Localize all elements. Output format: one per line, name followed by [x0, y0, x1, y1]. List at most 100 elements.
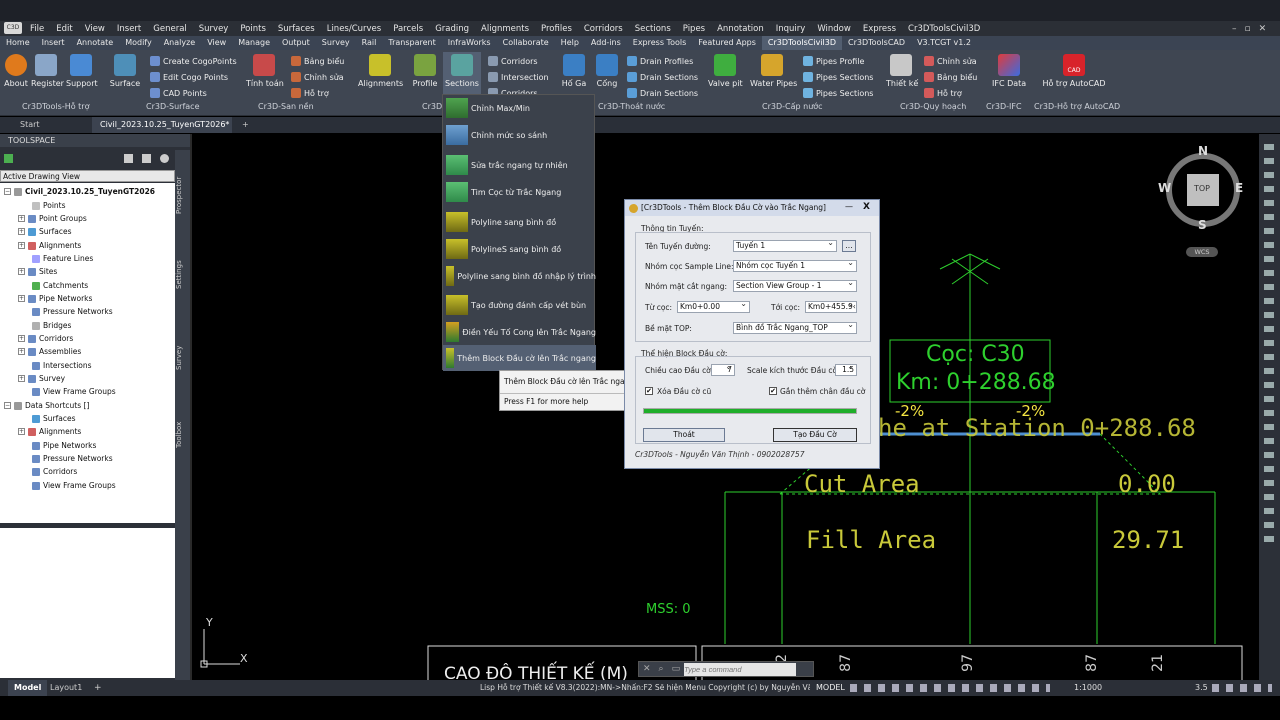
- tab-model[interactable]: Model: [8, 680, 48, 696]
- ifc-data-button[interactable]: IFC Data: [992, 54, 1026, 88]
- corridors-button[interactable]: Corridors: [488, 56, 538, 66]
- create-cogopoints-button[interactable]: Create CogoPoints: [150, 56, 237, 66]
- ho-tro-autocad-button[interactable]: CAD Hỗ trợ AutoCAD: [1042, 54, 1106, 88]
- command-input[interactable]: [684, 662, 797, 676]
- menu-corridors[interactable]: Corridors: [578, 24, 629, 34]
- side-tab-prospector[interactable]: Prospector: [175, 170, 190, 220]
- tab-insert[interactable]: Insert: [36, 36, 71, 50]
- nhom-mat-cat-select[interactable]: Section View Group - 1: [733, 280, 857, 292]
- compass-east[interactable]: E: [1235, 181, 1243, 195]
- tab-output[interactable]: Output: [276, 36, 316, 50]
- tab-help[interactable]: Help: [555, 36, 585, 50]
- drain-sections-button[interactable]: Drain Sections: [627, 72, 698, 82]
- status-toggles-icon[interactable]: [850, 684, 1050, 692]
- ho-tro-button[interactable]: Hỗ trợ: [291, 88, 329, 98]
- search-icon[interactable]: ⌕: [655, 664, 668, 674]
- surface-button[interactable]: Surface: [108, 54, 142, 88]
- compass-west[interactable]: W: [1158, 181, 1171, 195]
- menu-sections[interactable]: Sections: [629, 24, 677, 34]
- menu-inquiry[interactable]: Inquiry: [770, 24, 812, 34]
- item-view-icon[interactable]: [142, 154, 151, 163]
- tree-node-pressure-networks[interactable]: Pressure Networks: [32, 307, 113, 316]
- compass-south[interactable]: S: [1198, 218, 1207, 232]
- tab-cr3dtoolscad[interactable]: Cr3DToolsCAD: [842, 36, 911, 50]
- tree-node-feature-lines[interactable]: Feature Lines: [32, 254, 93, 263]
- alignments-button[interactable]: Alignments: [358, 54, 403, 88]
- menu-parcels[interactable]: Parcels: [387, 24, 429, 34]
- viewcube-top[interactable]: TOP: [1194, 184, 1210, 193]
- intersection-button[interactable]: Intersection: [488, 72, 549, 82]
- water-pipes-button[interactable]: Water Pipes: [750, 54, 797, 88]
- tree-node-alignments[interactable]: + Alignments: [18, 241, 81, 250]
- tab-transparent[interactable]: Transparent: [382, 36, 441, 50]
- menu-file[interactable]: File: [24, 24, 50, 34]
- menu-item-tim-coc[interactable]: Tim Cọc từ Trắc Ngang: [443, 179, 596, 205]
- expand-icon[interactable]: +: [18, 242, 25, 249]
- chinh-sua-button[interactable]: Chỉnh sửa: [291, 72, 344, 82]
- xoa-checkbox[interactable]: ✔: [645, 387, 653, 395]
- tab-start[interactable]: Start: [12, 117, 48, 133]
- tab-annotate[interactable]: Annotate: [71, 36, 120, 50]
- tab-add-ins[interactable]: Add-ins: [585, 36, 627, 50]
- expand-icon[interactable]: +: [18, 295, 25, 302]
- command-history-icon[interactable]: ▭: [668, 664, 685, 674]
- tree-node-ds-pipe-networks[interactable]: Pipe Networks: [32, 441, 96, 450]
- chinh-sua2-button[interactable]: Chỉnh sửa: [924, 56, 977, 66]
- register-button[interactable]: Register: [31, 54, 64, 88]
- menu-lines-curves[interactable]: Lines/Curves: [321, 24, 388, 34]
- edit-cogopoints-button[interactable]: Edit Cogo Points: [150, 72, 228, 82]
- menu-item-polyline-binh-do[interactable]: Polyline sang bình đồ: [443, 209, 596, 235]
- wcs-button[interactable]: WCS: [1186, 247, 1218, 257]
- side-tab-toolbox[interactable]: Toolbox: [175, 415, 190, 455]
- close-command-icon[interactable]: ✕: [639, 664, 655, 674]
- valve-pit-button[interactable]: Valve pit: [708, 54, 743, 88]
- help-circle-icon[interactable]: [160, 154, 169, 163]
- view-select[interactable]: Active Drawing View: [0, 170, 175, 182]
- scale-input[interactable]: 1.5: [835, 364, 857, 376]
- tree-node-ds-pressure-networks[interactable]: Pressure Networks: [32, 454, 113, 463]
- menu-annotation[interactable]: Annotation: [711, 24, 770, 34]
- expand-icon[interactable]: +: [18, 335, 25, 342]
- tree-node-corridors[interactable]: + Corridors: [18, 334, 73, 343]
- tab-survey[interactable]: Survey: [316, 36, 356, 50]
- compass-north[interactable]: N: [1198, 144, 1208, 158]
- ho-ga-button[interactable]: Hố Ga: [560, 54, 588, 88]
- menu-item-danh-cap[interactable]: Tạo đường đánh cấp vét bùn: [443, 292, 596, 318]
- menu-window[interactable]: Window: [811, 24, 857, 34]
- tree-node-catchments[interactable]: Catchments: [32, 281, 88, 290]
- tree-node-ds-surfaces[interactable]: Surfaces: [32, 414, 75, 423]
- about-button[interactable]: About: [4, 54, 28, 88]
- menu-item-polylines-binh-do[interactable]: PolylineS sang bình đồ: [443, 236, 596, 262]
- pipes-sections2-button[interactable]: Pipes Sections: [803, 88, 873, 98]
- tree-node-intersections[interactable]: Intersections: [32, 361, 92, 370]
- menu-item-polyline-ly-trinh[interactable]: Polyline sang bình đồ nhập lý trình: [443, 263, 596, 289]
- status-tools-icon[interactable]: [1212, 684, 1272, 692]
- toggle-icon[interactable]: [124, 154, 133, 163]
- expand-icon[interactable]: +: [18, 215, 25, 222]
- ten-tuyen-select[interactable]: Tuyến 1: [733, 240, 837, 252]
- tab-home[interactable]: Home: [0, 36, 36, 50]
- expand-icon[interactable]: +: [18, 428, 25, 435]
- expand-icon[interactable]: +: [18, 228, 25, 235]
- tree-node-point-groups[interactable]: + Point Groups: [18, 214, 87, 223]
- menu-survey[interactable]: Survey: [193, 24, 235, 34]
- toi-coc-select[interactable]: Km0+455.9‹: [805, 301, 857, 313]
- profile-button[interactable]: Profile: [410, 54, 440, 88]
- sections-button[interactable]: Sections: [443, 52, 481, 96]
- menu-profiles[interactable]: Profiles: [535, 24, 578, 34]
- side-tab-survey[interactable]: Survey: [175, 340, 190, 375]
- tab-collaborate[interactable]: Collaborate: [497, 36, 555, 50]
- tree-node-view-frame-groups[interactable]: View Frame Groups: [32, 387, 116, 396]
- browse-button[interactable]: ...: [842, 240, 856, 252]
- tree-node-bridges[interactable]: Bridges: [32, 321, 71, 330]
- tree-node-pipe-networks[interactable]: + Pipe Networks: [18, 294, 92, 303]
- cad-points-button[interactable]: CAD Points: [150, 88, 207, 98]
- tab-cr3dtoolscivil3d[interactable]: Cr3DToolsCivil3D: [761, 36, 842, 50]
- tab-manage[interactable]: Manage: [232, 36, 276, 50]
- tree-node-data-shortcuts[interactable]: − Data Shortcuts []: [4, 401, 89, 410]
- tree-node-surfaces[interactable]: + Surfaces: [18, 227, 71, 236]
- tao-dau-co-button[interactable]: Tạo Đầu Cờ: [773, 428, 857, 442]
- tree-node-ds-corridors[interactable]: Corridors: [32, 467, 77, 476]
- ho-tro2-button[interactable]: Hỗ trợ: [924, 88, 962, 98]
- collapse-icon[interactable]: −: [4, 188, 11, 195]
